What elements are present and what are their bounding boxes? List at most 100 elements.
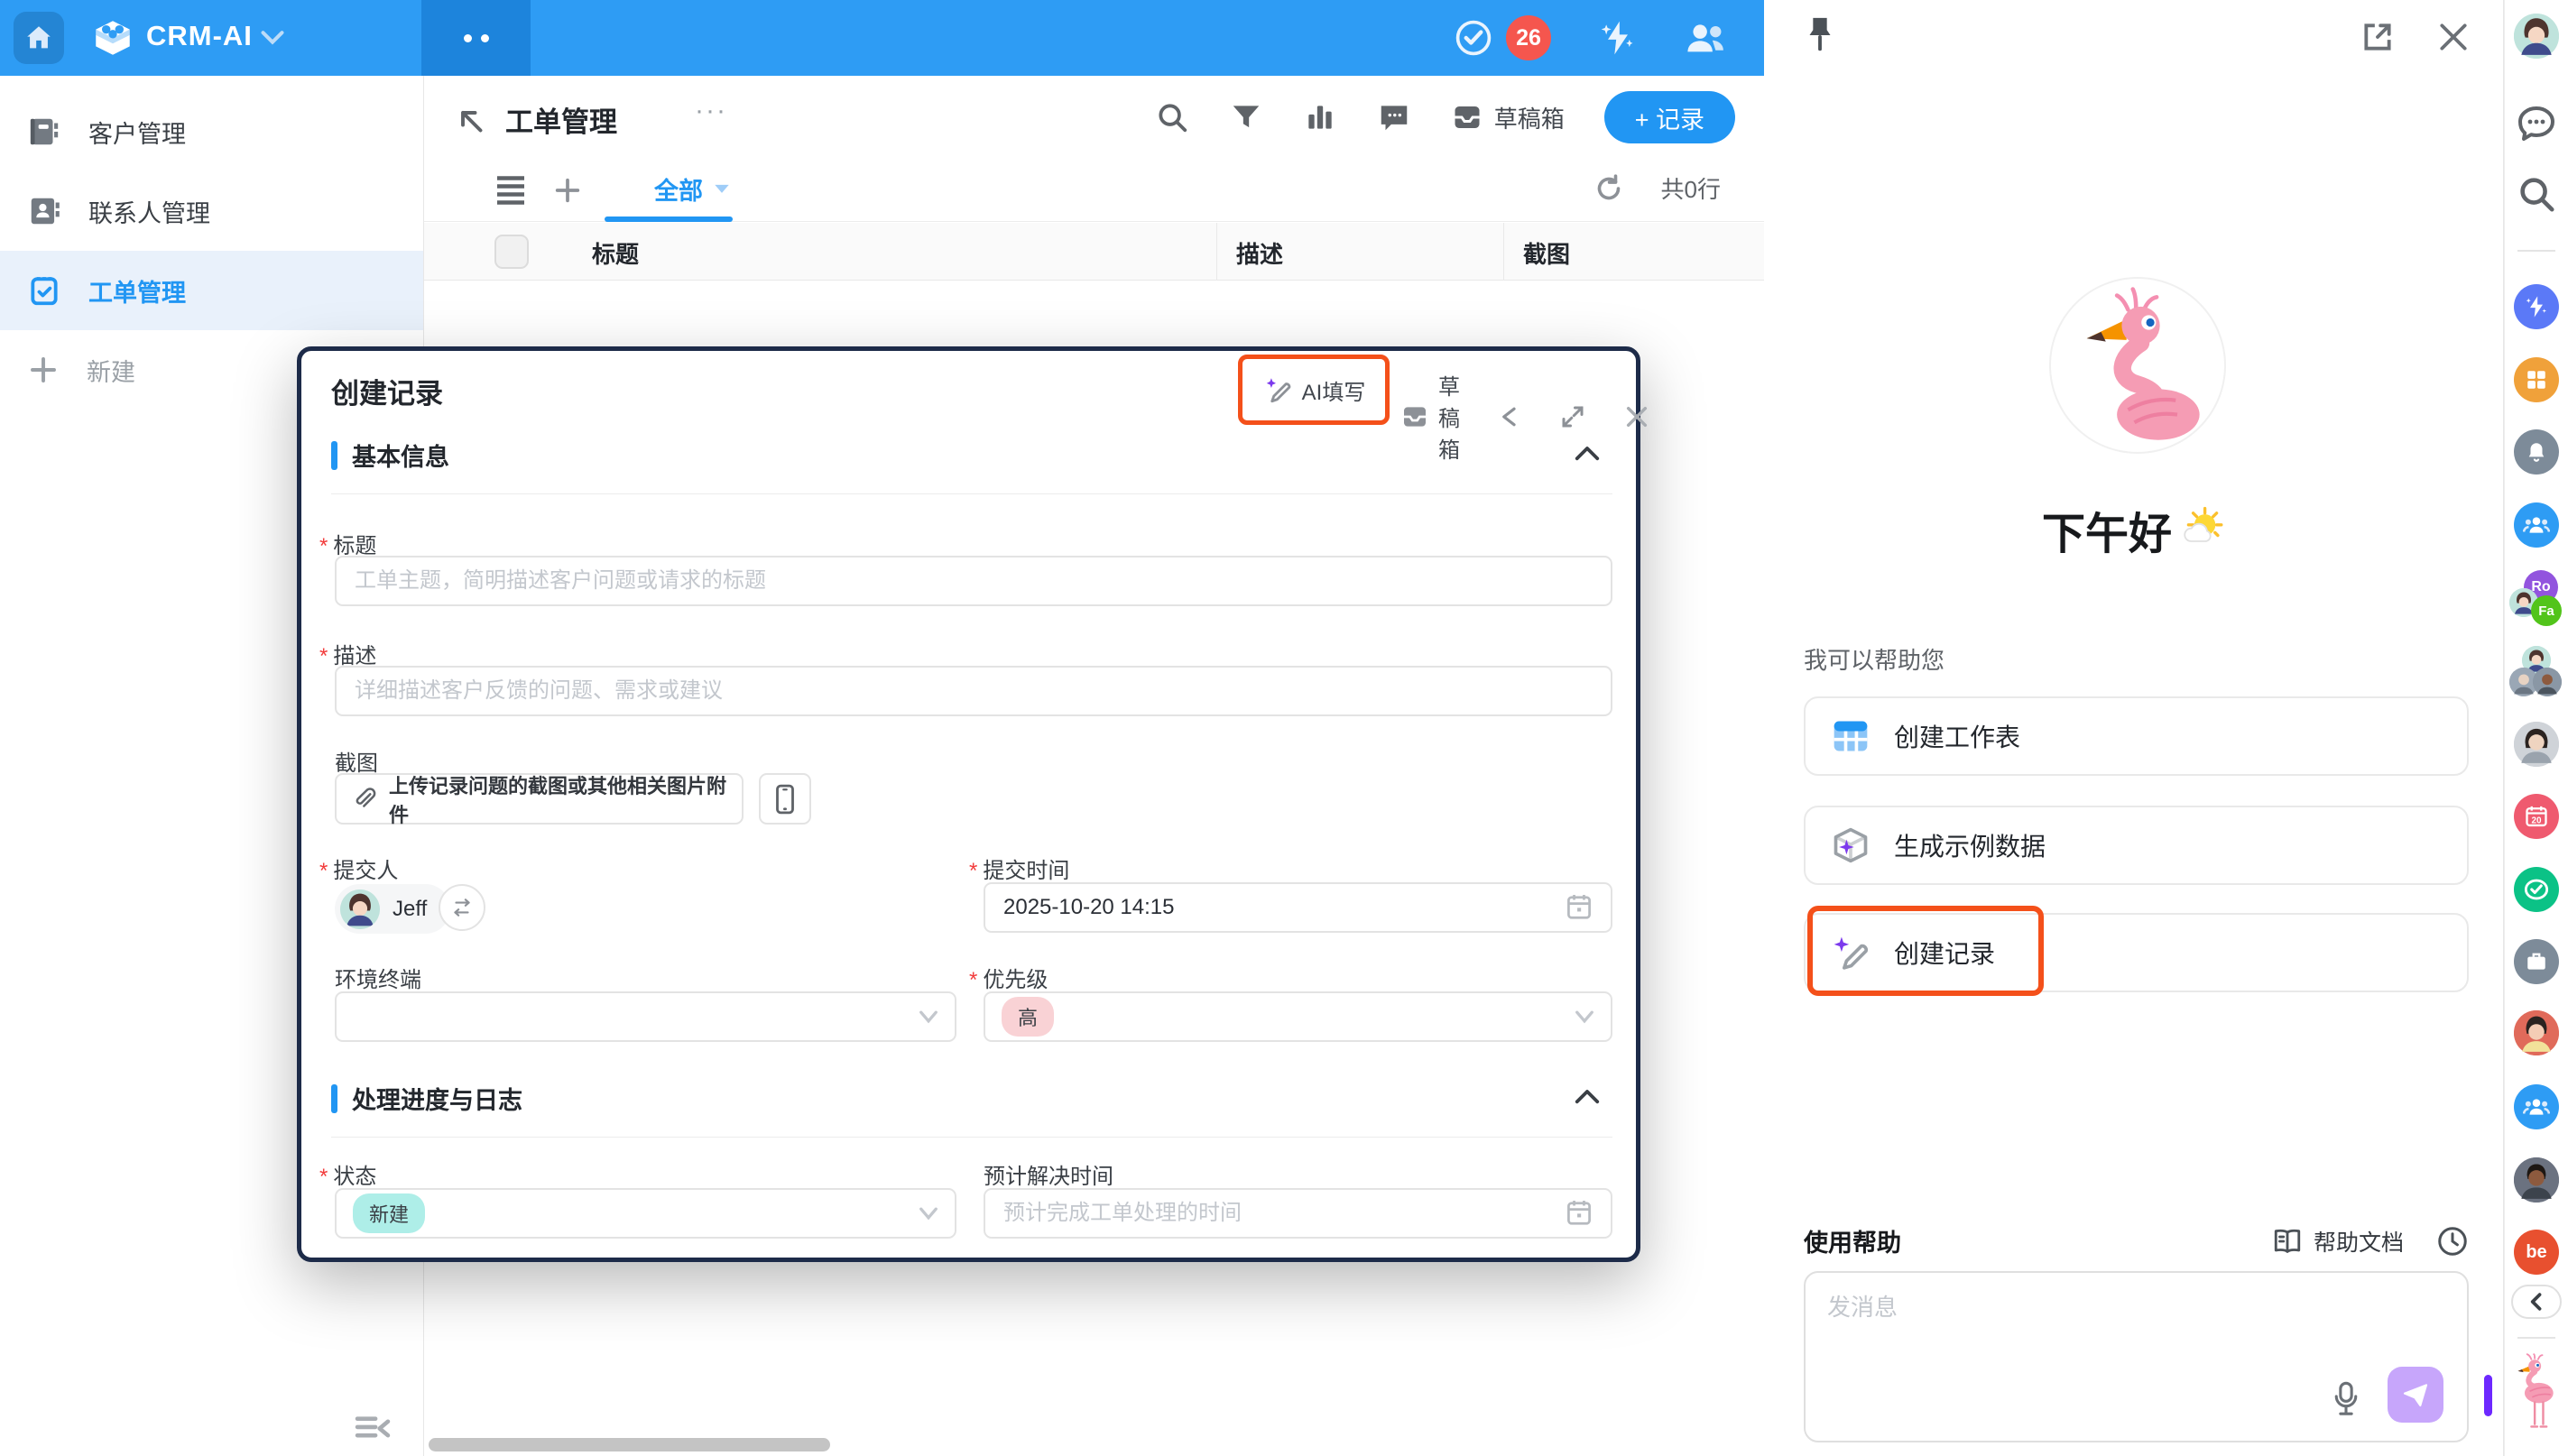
chevron-down-icon bbox=[1575, 1009, 1594, 1024]
expand-icon[interactable] bbox=[1559, 403, 1586, 430]
member-avatar-boy[interactable] bbox=[2514, 1010, 2559, 1055]
modal-draftbox-button[interactable]: 草稿箱 bbox=[1400, 369, 1460, 464]
calendar-icon[interactable] bbox=[1566, 893, 1592, 920]
new-record-button[interactable]: + 记录 bbox=[1604, 91, 1735, 143]
send-button[interactable] bbox=[2388, 1367, 2443, 1423]
notification-badge[interactable]: 26 bbox=[1506, 15, 1551, 60]
column-divider[interactable] bbox=[1216, 223, 1217, 281]
app-name[interactable]: CRM-AI bbox=[146, 20, 253, 52]
help-doc-link[interactable]: 帮助文档 bbox=[2272, 1225, 2404, 1258]
badge-be-app[interactable]: be bbox=[2514, 1230, 2559, 1275]
collapse-section-icon[interactable] bbox=[1574, 443, 1601, 463]
field-label-status: *状态 bbox=[319, 1158, 376, 1190]
member-avatar-woman[interactable] bbox=[2514, 722, 2559, 767]
rail-search-icon[interactable] bbox=[2516, 173, 2557, 215]
collapse-rail-button[interactable] bbox=[2511, 1285, 2562, 1319]
user-avatar[interactable] bbox=[2514, 14, 2559, 59]
team-group-icon-2[interactable] bbox=[2514, 1084, 2559, 1129]
select-all-checkbox[interactable] bbox=[494, 235, 529, 269]
workspace-ro-fa-avatar[interactable]: Ro Fa bbox=[2511, 574, 2562, 624]
comment-icon[interactable] bbox=[1377, 100, 1411, 134]
column-header-desc[interactable]: 描述 bbox=[1236, 236, 1283, 270]
calendar-icon[interactable] bbox=[1566, 1199, 1592, 1226]
column-divider[interactable] bbox=[1503, 223, 1504, 281]
collapse-sidebar-icon[interactable] bbox=[355, 1415, 391, 1445]
task-check-icon[interactable] bbox=[1454, 18, 1493, 58]
view-list-icon[interactable] bbox=[494, 175, 527, 206]
member-avatar-man[interactable] bbox=[2514, 1157, 2559, 1203]
pin-icon[interactable] bbox=[1802, 14, 1838, 56]
required-mark: * bbox=[969, 859, 977, 883]
message-box bbox=[1804, 1271, 2469, 1442]
refresh-icon[interactable] bbox=[1593, 172, 1625, 205]
sidebar-item-customers[interactable]: 客户管理 bbox=[0, 92, 423, 171]
message-input[interactable] bbox=[1827, 1289, 2332, 1397]
column-header-title[interactable]: 标题 bbox=[592, 236, 639, 270]
top-bar: CRM-AI 26 bbox=[0, 0, 1764, 76]
swap-user-button[interactable] bbox=[439, 884, 485, 931]
close-panel-icon[interactable] bbox=[2436, 20, 2471, 54]
horizontal-scrollbar[interactable] bbox=[429, 1438, 830, 1451]
desc-input[interactable] bbox=[335, 666, 1612, 716]
cube-sparkle-icon bbox=[1831, 825, 1871, 865]
eta-input[interactable] bbox=[984, 1188, 1612, 1239]
greeting-text: 下午好 bbox=[2042, 498, 2172, 561]
section-basic-title: 基本信息 bbox=[352, 438, 449, 473]
ai-fill-button-highlighted[interactable]: AI填写 bbox=[1238, 355, 1390, 425]
flamingo-mascot-small[interactable] bbox=[2511, 1353, 2562, 1436]
greeting: 下午好 bbox=[1764, 498, 2504, 561]
draftbox-button[interactable]: 草稿箱 bbox=[1451, 101, 1565, 134]
sidebar-item-contacts[interactable]: 联系人管理 bbox=[0, 171, 423, 251]
chart-icon[interactable] bbox=[1303, 100, 1337, 134]
filter-icon[interactable] bbox=[1229, 100, 1263, 134]
column-header-shot[interactable]: 截图 bbox=[1523, 236, 1570, 270]
action-generate-sample-data[interactable]: 生成示例数据 bbox=[1804, 806, 2469, 885]
open-in-new-icon[interactable] bbox=[2360, 20, 2395, 54]
group-avatar-cluster[interactable] bbox=[2511, 648, 2562, 698]
notification-bell-icon[interactable] bbox=[2514, 429, 2559, 475]
view-more-menu[interactable]: ··· bbox=[695, 96, 727, 126]
mobile-upload-button[interactable] bbox=[759, 773, 811, 825]
collapse-section-icon[interactable] bbox=[1574, 1086, 1601, 1106]
sidebar-item-label: 客户管理 bbox=[88, 115, 186, 150]
status-select[interactable]: 新建 bbox=[335, 1188, 956, 1239]
close-icon[interactable] bbox=[1622, 402, 1651, 431]
apps-grid-icon[interactable] bbox=[2514, 357, 2559, 402]
submit-time-input[interactable] bbox=[984, 882, 1612, 933]
history-clock-icon[interactable] bbox=[2436, 1225, 2469, 1258]
add-view-icon[interactable] bbox=[552, 175, 583, 206]
briefcase-app-icon[interactable] bbox=[2514, 939, 2559, 984]
search-icon[interactable] bbox=[1155, 100, 1189, 134]
collapse-view-arrow-icon[interactable] bbox=[455, 105, 487, 137]
priority-select[interactable]: 高 bbox=[984, 991, 1612, 1042]
upload-screenshot-button[interactable]: 上传记录问题的截图或其他相关图片附件 bbox=[335, 773, 744, 825]
team-group-icon[interactable] bbox=[2514, 502, 2559, 548]
drag-indicator[interactable] bbox=[2484, 1375, 2492, 1416]
create-record-modal: 创建记录 AI填写 草稿箱 bbox=[297, 346, 1640, 1262]
env-select[interactable] bbox=[335, 991, 956, 1042]
mic-icon[interactable] bbox=[2332, 1381, 2360, 1417]
ai-lightning-icon[interactable] bbox=[1598, 18, 1638, 58]
sidebar-item-workorders[interactable]: 工单管理 bbox=[0, 251, 423, 330]
badge-fa: Fa bbox=[2531, 595, 2562, 626]
approval-check-icon[interactable] bbox=[2514, 867, 2559, 912]
home-button[interactable] bbox=[14, 12, 64, 64]
submitter-avatar bbox=[340, 889, 380, 929]
chat-bubble-icon[interactable] bbox=[2515, 102, 2558, 145]
tab-all[interactable]: 全部 bbox=[654, 171, 730, 207]
submitter-chip[interactable]: Jeff bbox=[335, 884, 450, 934]
more-apps-tab[interactable] bbox=[421, 0, 531, 76]
action-create-worksheet[interactable]: 创建工作表 bbox=[1804, 696, 2469, 776]
submitter-name: Jeff bbox=[393, 897, 427, 922]
chevron-left-icon bbox=[2527, 1293, 2545, 1311]
calendar-day-app-icon[interactable]: 20 bbox=[2514, 794, 2559, 839]
share-icon[interactable] bbox=[1496, 403, 1523, 430]
divider bbox=[331, 493, 1612, 494]
title-input[interactable] bbox=[335, 556, 1612, 606]
ai-bolt-app-icon[interactable] bbox=[2514, 284, 2559, 329]
modal-title: 创建记录 bbox=[331, 371, 443, 411]
active-tab-underline bbox=[605, 217, 733, 222]
app-switcher-caret-icon[interactable] bbox=[260, 29, 285, 47]
field-label-desc: *描述 bbox=[319, 638, 376, 669]
members-icon[interactable] bbox=[1685, 18, 1728, 58]
